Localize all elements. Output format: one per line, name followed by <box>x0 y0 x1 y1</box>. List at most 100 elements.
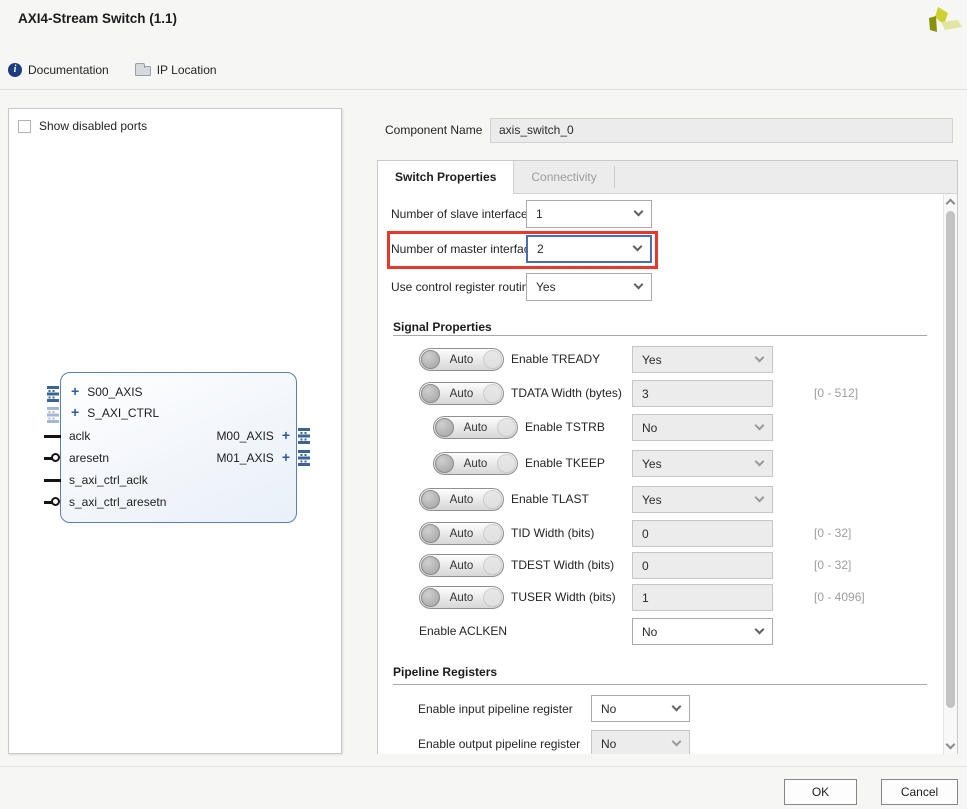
port-s-axi-ctrl: + S_AXI_CTRL <box>71 406 159 421</box>
toggle-knob-ghost <box>497 454 516 473</box>
scroll-down-icon[interactable] <box>946 740 956 750</box>
page-title: AXI4-Stream Switch (1.1) <box>18 11 177 26</box>
tab-separator <box>614 166 615 188</box>
port-m00-axis: M00_AXIS + <box>216 429 290 444</box>
port-m01-axis: M01_AXIS + <box>216 451 290 466</box>
control-register-routing-select[interactable]: Yes <box>526 273 652 301</box>
selected-value: No <box>642 625 657 639</box>
auto-toggle[interactable]: Auto <box>419 522 504 545</box>
auto-toggle[interactable]: Auto <box>433 416 518 439</box>
scroll-up-icon[interactable] <box>946 199 956 209</box>
tdata-width-range: [0 - 512] <box>814 380 858 407</box>
tuser-width-label: TUSER Width (bits) <box>511 584 616 611</box>
master-interfaces-select[interactable]: 2 <box>526 235 652 263</box>
auto-toggle[interactable]: Auto <box>419 488 504 511</box>
output-pipeline-select[interactable]: No <box>591 730 690 754</box>
pipeline-registers-heading: Pipeline Registers <box>393 665 497 679</box>
block-diagram-panel: Show disabled ports +S00_AXIS +S_AXI_CTR… <box>8 108 342 754</box>
input-pipeline-select[interactable]: No <box>591 695 690 722</box>
scrollbar-thumb[interactable] <box>946 211 955 708</box>
ip-block-symbol: + S00_AXIS + S_AXI_CTRL aclk aresetn s_axi… <box>60 372 297 523</box>
port-label: S_AXI_CTRL <box>87 406 159 420</box>
selected-value: Yes <box>536 280 556 294</box>
chevron-down-icon <box>634 207 644 217</box>
show-disabled-ports-checkbox[interactable] <box>18 120 31 133</box>
toggle-knob-ghost <box>497 418 516 437</box>
port-label: s_axi_ctrl_aresetn <box>69 495 166 509</box>
port-aresetn: aresetn <box>69 451 109 466</box>
component-name-label: Component Name <box>385 117 482 143</box>
tid-width-range: [0 - 32] <box>814 520 851 547</box>
folder-icon <box>135 66 151 76</box>
enable-tstrb-select[interactable]: No <box>632 414 773 441</box>
tdata-width-input[interactable]: 3 <box>632 380 773 407</box>
tab-switch-properties[interactable]: Switch Properties <box>378 161 514 195</box>
tuser-width-range: [0 - 4096] <box>814 584 865 611</box>
auto-toggle[interactable]: Auto <box>419 382 504 405</box>
enable-tlast-select[interactable]: Yes <box>632 486 773 513</box>
slave-interfaces-select[interactable]: 1 <box>526 200 652 228</box>
auto-toggle[interactable]: Auto <box>419 348 504 371</box>
port-label: M00_AXIS <box>216 429 273 443</box>
expand-plus-icon[interactable]: + <box>71 385 79 398</box>
tid-width-row: Auto TID Width (bits) 0 [0 - 32] <box>378 520 944 547</box>
enable-tkeep-select[interactable]: Yes <box>632 450 773 477</box>
tdest-width-input[interactable]: 0 <box>632 552 773 579</box>
enable-tstrb-label: Enable TSTRB <box>525 414 605 441</box>
auto-toggle[interactable]: Auto <box>433 452 518 475</box>
bus-interface-icon-dotted <box>47 407 59 423</box>
reset-pin-ring-icon <box>51 453 60 462</box>
enable-tkeep-row: Auto Enable TKEEP Yes <box>378 450 944 477</box>
vertical-scrollbar[interactable] <box>943 194 957 754</box>
tab-connectivity[interactable]: Connectivity <box>514 161 613 194</box>
cancel-button[interactable]: Cancel <box>881 779 958 805</box>
switch-properties-content: Number of slave interfaces 1 Number of m… <box>378 194 944 754</box>
port-aclk: aclk <box>69 429 90 444</box>
port-label: M01_AXIS <box>216 451 273 465</box>
control-register-routing-label: Use control register routing <box>391 273 535 301</box>
documentation-button[interactable]: i Documentation <box>8 63 109 77</box>
expand-plus-icon[interactable]: + <box>282 451 290 464</box>
tdest-width-range: [0 - 32] <box>814 552 851 579</box>
component-name-input[interactable]: axis_switch_0 <box>490 118 953 143</box>
slave-interfaces-label: Number of slave interfaces <box>391 200 534 228</box>
reset-pin-ring-icon <box>51 497 60 506</box>
ip-location-button[interactable]: IP Location <box>135 63 217 77</box>
toggle-knob-ghost <box>483 588 502 607</box>
toggle-knob-ghost <box>483 490 502 509</box>
enable-tstrb-row: Auto Enable TSTRB No <box>378 414 944 441</box>
tab-bar: Switch Properties Connectivity <box>378 161 957 194</box>
bus-interface-icon <box>47 386 59 402</box>
control-register-routing-row: Use control register routing Yes <box>378 273 944 301</box>
tuser-width-input[interactable]: 1 <box>632 584 773 611</box>
chevron-down-icon <box>633 242 643 252</box>
enable-tready-select[interactable]: Yes <box>632 346 773 373</box>
auto-toggle[interactable]: Auto <box>419 586 504 609</box>
ip-location-label: IP Location <box>157 63 217 77</box>
tuser-width-row: Auto TUSER Width (bits) 1 [0 - 4096] <box>378 584 944 611</box>
ok-button[interactable]: OK <box>784 779 857 805</box>
chevron-down-icon <box>755 420 765 430</box>
enable-tlast-row: Auto Enable TLAST Yes <box>378 486 944 513</box>
chevron-down-icon <box>755 492 765 502</box>
port-label: aresetn <box>69 451 109 465</box>
auto-toggle[interactable]: Auto <box>419 554 504 577</box>
selected-value: No <box>642 421 657 435</box>
tid-width-input[interactable]: 0 <box>632 520 773 547</box>
chevron-down-icon <box>672 701 682 711</box>
selected-value: No <box>601 702 616 716</box>
enable-tready-label: Enable TREADY <box>511 346 600 373</box>
toggle-knob-ghost <box>483 524 502 543</box>
expand-plus-icon[interactable]: + <box>71 406 79 419</box>
selected-value: Yes <box>642 493 662 507</box>
slave-interfaces-row: Number of slave interfaces 1 <box>378 200 944 228</box>
port-label: S00_AXIS <box>87 385 142 399</box>
clock-pin-stub <box>44 435 61 438</box>
port-label: s_axi_ctrl_aclk <box>69 473 148 487</box>
toggle-knob-ghost <box>483 350 502 369</box>
info-icon: i <box>8 63 22 77</box>
xilinx-logo-icon <box>926 3 966 43</box>
expand-plus-icon[interactable]: + <box>282 429 290 442</box>
enable-aclken-select[interactable]: No <box>632 618 773 645</box>
master-interfaces-label: Number of master interfaces <box>391 235 542 263</box>
